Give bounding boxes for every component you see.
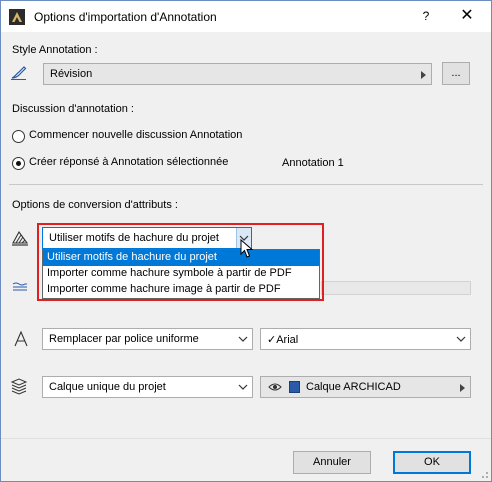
ok-button[interactable]: OK: [393, 451, 471, 474]
footer-divider: [1, 438, 491, 439]
layer-mode-value: Calque unique du projet: [49, 381, 166, 393]
radio-new-discussion[interactable]: [12, 130, 25, 143]
annotation-style-field[interactable]: Révision: [43, 63, 432, 85]
radio-reply-annotation[interactable]: [12, 157, 25, 170]
new-discussion-label[interactable]: Commencer nouvelle discussion Annotation: [29, 129, 242, 141]
resize-grip-icon[interactable]: [479, 469, 489, 479]
font-mode-select[interactable]: Remplacer par police uniforme: [42, 328, 253, 350]
archicad-app-icon: [9, 9, 25, 25]
annotation-name-text: Annotation 1: [282, 157, 344, 169]
layer-name-value: Calque ARCHICAD: [306, 381, 401, 393]
chevron-down-icon: [456, 334, 466, 344]
style-annotation-label: Style Annotation :: [12, 44, 98, 56]
red-highlight-frame: [37, 223, 324, 301]
pen-style-icon: [10, 63, 28, 81]
import-options-dialog: Options d'importation d'Annotation ? ✕ S…: [0, 0, 492, 482]
reply-annotation-label[interactable]: Créer réponsé à Annotation sélectionnée: [29, 156, 228, 168]
annotation-style-value: Révision: [50, 68, 93, 80]
discussion-label: Discussion d'annotation :: [12, 103, 134, 115]
window-title: Options d'importation d'Annotation: [34, 10, 217, 24]
play-right-icon: [421, 71, 426, 79]
background-fill-icon: [11, 278, 29, 296]
font-mode-value: Remplacer par police uniforme: [49, 333, 199, 345]
hatch-fill-icon: [11, 229, 29, 247]
help-button[interactable]: ?: [409, 5, 443, 27]
layers-icon: [10, 377, 28, 395]
mouse-pointer-icon: [240, 239, 254, 259]
section-divider: [9, 184, 483, 185]
style-more-button[interactable]: ...: [442, 62, 470, 85]
chevron-down-icon: [238, 382, 248, 392]
chevron-down-icon: [238, 334, 248, 344]
eye-icon: [268, 382, 282, 392]
layer-name-field[interactable]: Calque ARCHICAD: [260, 376, 471, 398]
layer-color-icon: [289, 381, 300, 393]
pattern-disabled-field: [321, 281, 471, 295]
close-button[interactable]: ✕: [450, 5, 484, 27]
font-a-icon: [12, 330, 30, 348]
font-name-select[interactable]: ✓Arial: [260, 328, 471, 350]
conversion-options-label: Options de conversion d'attributs :: [12, 199, 178, 211]
cancel-button[interactable]: Annuler: [293, 451, 371, 474]
layer-mode-select[interactable]: Calque unique du projet: [42, 376, 253, 398]
play-right-icon: [460, 384, 465, 392]
font-name-value: ✓Arial: [267, 334, 299, 346]
title-bar[interactable]: Options d'importation d'Annotation ? ✕: [1, 1, 491, 32]
